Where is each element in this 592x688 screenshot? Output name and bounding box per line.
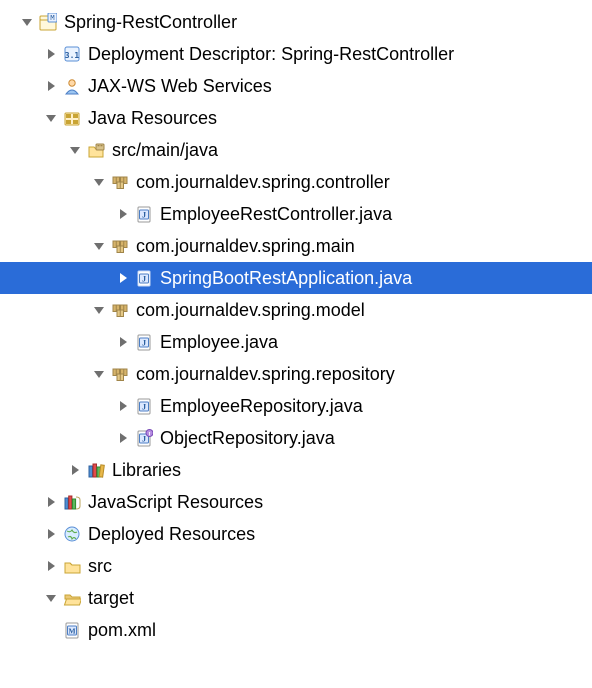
tree-item-label: JAX-WS Web Services [88, 70, 272, 102]
js-resources-icon [62, 492, 82, 512]
chevron-down-icon[interactable] [68, 143, 82, 157]
tree-item-java-file[interactable]: EmployeeRepository.java [0, 390, 592, 422]
chevron-right-icon[interactable] [44, 559, 58, 573]
package-icon [110, 236, 130, 256]
tree-item-source-folder[interactable]: src/main/java [0, 134, 592, 166]
chevron-right-icon[interactable] [116, 335, 130, 349]
deployment-descriptor-icon [62, 44, 82, 64]
tree-item-label: src [88, 550, 112, 582]
deployed-resources-icon [62, 524, 82, 544]
chevron-right-icon[interactable] [116, 207, 130, 221]
java-file-icon [134, 204, 154, 224]
chevron-down-icon[interactable] [92, 175, 106, 189]
tree-item-label: EmployeeRestController.java [160, 198, 392, 230]
tree-item-label: Deployment Descriptor: Spring-RestContro… [88, 38, 454, 70]
tree-item-label: com.journaldev.spring.repository [136, 358, 395, 390]
tree-item-package-controller[interactable]: com.journaldev.spring.controller [0, 166, 592, 198]
tree-item-label: target [88, 582, 134, 614]
tree-item-label: Spring-RestController [64, 6, 237, 38]
source-folder-icon [86, 140, 106, 160]
chevron-down-icon[interactable] [20, 15, 34, 29]
tree-item-pom-xml[interactable]: pom.xml [0, 614, 592, 646]
chevron-down-icon[interactable] [92, 367, 106, 381]
chevron-right-icon[interactable] [44, 495, 58, 509]
java-resources-icon [62, 108, 82, 128]
tree-item-label: pom.xml [88, 614, 156, 646]
tree-item-label: EmployeeRepository.java [160, 390, 363, 422]
folder-open-icon [62, 588, 82, 608]
tree-item-deployed-resources[interactable]: Deployed Resources [0, 518, 592, 550]
tree-item-label: src/main/java [112, 134, 218, 166]
java-file-icon [134, 332, 154, 352]
chevron-down-icon[interactable] [44, 111, 58, 125]
tree-item-project[interactable]: Spring-RestController [0, 6, 592, 38]
tree-item-jaxws[interactable]: JAX-WS Web Services [0, 70, 592, 102]
tree-item-java-file[interactable]: EmployeeRestController.java [0, 198, 592, 230]
chevron-right-icon[interactable] [44, 79, 58, 93]
web-service-icon [62, 76, 82, 96]
tree-item-label: SpringBootRestApplication.java [160, 262, 412, 294]
package-icon [110, 300, 130, 320]
chevron-down-icon[interactable] [92, 303, 106, 317]
libraries-icon [86, 460, 106, 480]
spacer [44, 623, 58, 637]
java-file-icon [134, 268, 154, 288]
tree-item-label: JavaScript Resources [88, 486, 263, 518]
chevron-down-icon[interactable] [92, 239, 106, 253]
tree-item-deployment-descriptor[interactable]: Deployment Descriptor: Spring-RestContro… [0, 38, 592, 70]
tree-item-java-interface-file[interactable]: ObjectRepository.java [0, 422, 592, 454]
tree-item-label: Java Resources [88, 102, 217, 134]
tree-item-java-file-selected[interactable]: SpringBootRestApplication.java [0, 262, 592, 294]
tree-item-package-model[interactable]: com.journaldev.spring.model [0, 294, 592, 326]
tree-item-label: com.journaldev.spring.main [136, 230, 355, 262]
chevron-right-icon[interactable] [116, 399, 130, 413]
project-icon [38, 12, 58, 32]
chevron-down-icon[interactable] [44, 591, 58, 605]
folder-icon [62, 556, 82, 576]
tree-item-label: ObjectRepository.java [160, 422, 335, 454]
chevron-right-icon[interactable] [44, 527, 58, 541]
tree-item-java-file[interactable]: Employee.java [0, 326, 592, 358]
chevron-right-icon[interactable] [68, 463, 82, 477]
tree-item-package-main[interactable]: com.journaldev.spring.main [0, 230, 592, 262]
tree-item-package-repository[interactable]: com.journaldev.spring.repository [0, 358, 592, 390]
chevron-right-icon[interactable] [116, 431, 130, 445]
package-icon [110, 364, 130, 384]
tree-item-libraries[interactable]: Libraries [0, 454, 592, 486]
xml-file-icon [62, 620, 82, 640]
tree-item-label: Deployed Resources [88, 518, 255, 550]
project-explorer-tree[interactable]: Spring-RestController Deployment Descrip… [0, 0, 592, 646]
java-interface-file-icon [134, 428, 154, 448]
tree-item-label: Employee.java [160, 326, 278, 358]
tree-item-label: com.journaldev.spring.model [136, 294, 365, 326]
java-file-icon [134, 396, 154, 416]
chevron-right-icon[interactable] [44, 47, 58, 61]
chevron-right-icon[interactable] [116, 271, 130, 285]
tree-item-label: com.journaldev.spring.controller [136, 166, 390, 198]
tree-item-folder-src[interactable]: src [0, 550, 592, 582]
tree-item-js-resources[interactable]: JavaScript Resources [0, 486, 592, 518]
tree-item-label: Libraries [112, 454, 181, 486]
tree-item-java-resources[interactable]: Java Resources [0, 102, 592, 134]
tree-item-folder-target[interactable]: target [0, 582, 592, 614]
package-icon [110, 172, 130, 192]
